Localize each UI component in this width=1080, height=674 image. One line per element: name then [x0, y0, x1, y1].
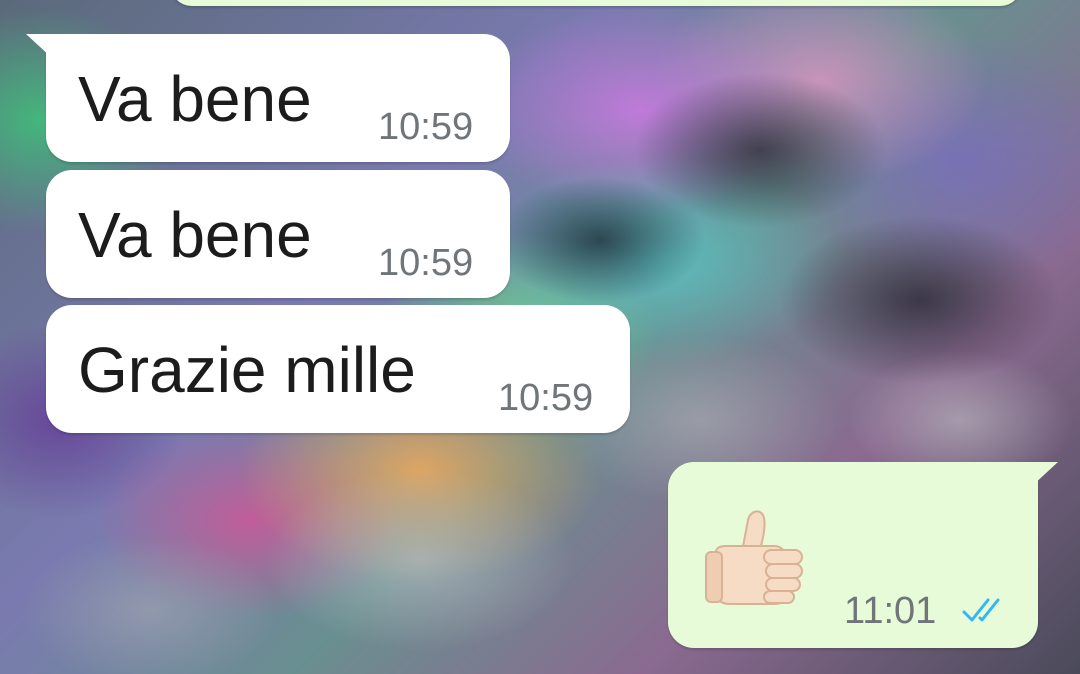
message-text: Va bene — [78, 63, 312, 135]
incoming-message[interactable]: Va bene 10:59 — [46, 170, 510, 298]
message-time: 10:59 — [378, 242, 474, 284]
thumbs-up-icon — [705, 510, 803, 605]
read-receipt-icon — [962, 598, 1000, 622]
outgoing-message[interactable]: 11:01 — [668, 462, 1058, 648]
message-time: 10:59 — [498, 377, 594, 419]
previous-outgoing-message[interactable] — [170, 0, 1022, 6]
incoming-message[interactable]: Va bene 10:59 — [26, 34, 510, 162]
incoming-message[interactable]: Grazie mille 10:59 — [46, 305, 630, 433]
message-time: 11:01 — [844, 590, 937, 632]
message-text: Grazie mille — [78, 334, 416, 406]
bubble-tail — [1032, 462, 1058, 486]
message-time: 10:59 — [378, 106, 474, 148]
chat-message-list[interactable]: Va bene 10:59 Va bene 10:59 Grazie mille… — [0, 0, 1080, 674]
message-text: Va bene — [78, 199, 312, 271]
bubble-tail — [26, 34, 52, 58]
